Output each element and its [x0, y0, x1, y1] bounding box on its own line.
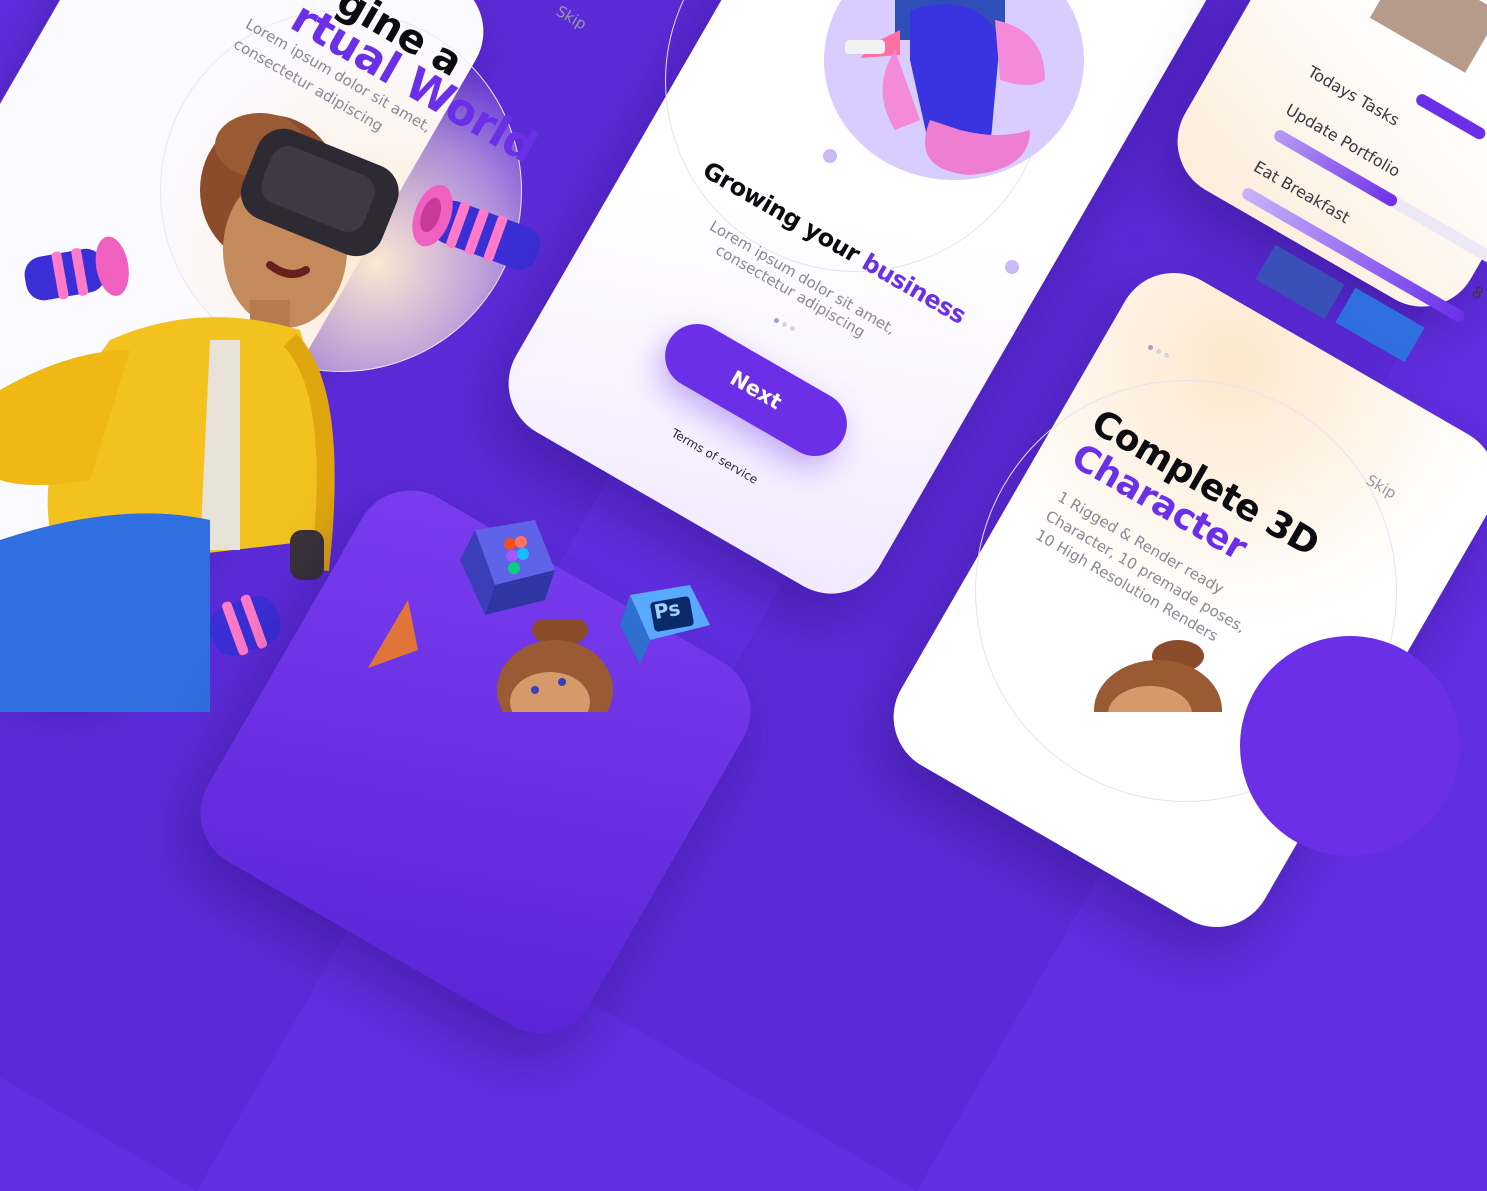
rocket-character-illustration	[845, 0, 1045, 175]
decor-dot	[1005, 260, 1019, 274]
task-value: 8	[1468, 282, 1487, 304]
decor-circle	[1240, 636, 1460, 856]
character-head-illustration	[1094, 640, 1222, 712]
orange-shape-illustration	[368, 600, 418, 668]
page-dot	[790, 326, 795, 331]
page-dot-active	[1148, 345, 1153, 350]
figma-cube-icon	[460, 520, 555, 615]
decor-dot	[823, 149, 837, 163]
page-dot-active	[774, 318, 779, 323]
page-dot	[1164, 353, 1169, 358]
photoshop-label: Ps	[652, 595, 683, 625]
character-head-illustration	[497, 620, 613, 712]
page-dot	[1156, 349, 1161, 354]
page-dot	[782, 322, 787, 327]
next-button-label: Next	[726, 365, 786, 415]
